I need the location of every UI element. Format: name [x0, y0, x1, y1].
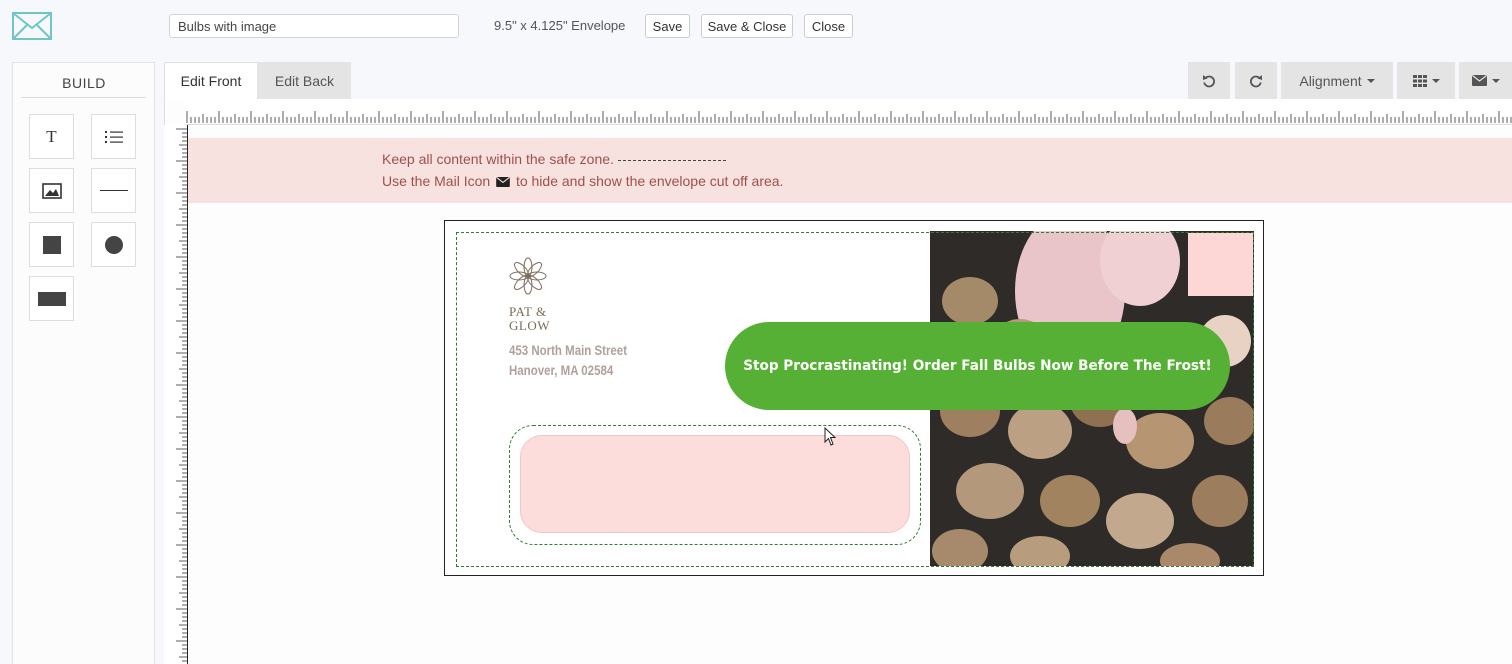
alignment-label: Alignment	[1299, 72, 1362, 89]
chevron-down-icon	[1491, 78, 1500, 83]
alignment-dropdown[interactable]: Alignment	[1281, 62, 1393, 99]
grid-dropdown[interactable]	[1397, 62, 1455, 99]
return-address-street[interactable]: 453 North Main Street	[509, 342, 627, 358]
mail-icon	[496, 177, 510, 187]
envelope-front[interactable]: PAT & GLOW 453 North Main Street Hanover…	[444, 220, 1264, 576]
promo-banner-text: Stop Procrastinating! Order Fall Bulbs N…	[743, 358, 1212, 374]
circle-icon	[104, 235, 123, 254]
brand-line-1: PAT &	[509, 304, 547, 319]
brand-line-2: GLOW	[509, 318, 550, 333]
notice-text-2a: Use the Mail Icon	[382, 173, 491, 189]
rectangle-icon	[37, 291, 66, 306]
square-icon	[42, 235, 61, 254]
image-tool-button[interactable]	[29, 168, 74, 213]
safe-zone-notice	[188, 138, 1512, 203]
redo-icon	[1250, 74, 1262, 87]
tab-edit-front[interactable]: Edit Front	[164, 62, 258, 99]
text-icon: T	[46, 126, 57, 146]
notice-text-1: Keep all content within the safe zone.	[382, 151, 614, 167]
notice-line-1: Keep all content within the safe zone.	[382, 151, 726, 167]
divider	[21, 97, 146, 98]
top-bar: 9.5" x 4.125" Envelope Save Save & Close…	[0, 0, 1512, 52]
undo-icon	[1203, 74, 1215, 87]
return-address-city[interactable]: Hanover, MA 02584	[509, 362, 613, 378]
tab-edit-back[interactable]: Edit Back	[258, 62, 351, 99]
chevron-down-icon	[1366, 78, 1375, 83]
line-tool-button[interactable]	[91, 168, 136, 213]
redo-button[interactable]	[1235, 62, 1277, 99]
brand-name[interactable]: PAT & GLOW	[509, 305, 550, 333]
mail-dropdown[interactable]	[1459, 62, 1512, 99]
lotus-logo-icon[interactable]	[507, 255, 549, 297]
line-icon	[99, 189, 128, 192]
document-name-input[interactable]	[169, 14, 459, 38]
safe-zone-line-sample	[617, 159, 726, 161]
list-icon	[104, 130, 123, 143]
notice-text-2b: to hide and show the envelope cut off ar…	[515, 173, 784, 189]
save-close-button[interactable]: Save & Close	[701, 14, 793, 38]
image-icon	[41, 182, 62, 199]
text-tool-button[interactable]: T	[29, 114, 74, 159]
mouse-cursor-icon	[824, 427, 837, 446]
close-button[interactable]: Close	[804, 14, 853, 38]
square-tool-button[interactable]	[29, 222, 74, 267]
circle-tool-button[interactable]	[91, 222, 136, 267]
undo-button[interactable]	[1188, 62, 1230, 99]
envelope-size-label: 9.5" x 4.125" Envelope	[494, 18, 626, 33]
rectangle-tool-button[interactable]	[29, 276, 74, 321]
horizontal-ruler	[185, 99, 1512, 125]
save-button[interactable]: Save	[645, 14, 690, 38]
chevron-down-icon	[1431, 78, 1440, 83]
vertical-ruler	[164, 125, 188, 664]
build-panel-title: BUILD	[62, 75, 106, 91]
promo-banner[interactable]: Stop Procrastinating! Order Fall Bulbs N…	[725, 322, 1230, 410]
list-tool-button[interactable]	[91, 114, 136, 159]
grid-icon	[1412, 74, 1427, 87]
mail-icon	[1471, 75, 1487, 86]
build-panel: BUILD T	[12, 62, 155, 664]
envelope-logo-icon[interactable]	[12, 12, 52, 40]
address-window[interactable]	[520, 435, 910, 533]
notice-line-2: Use the Mail Icon to hide and show the e…	[382, 173, 783, 189]
